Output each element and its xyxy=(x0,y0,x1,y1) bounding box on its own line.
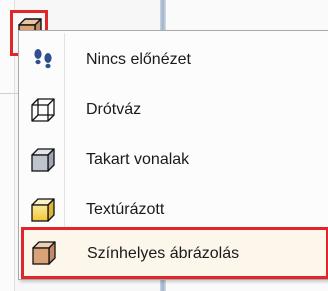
menu-item-wireframe[interactable]: Drótváz xyxy=(21,85,327,135)
menu-item-label: Színhelyes ábrázolás xyxy=(87,245,240,262)
view-mode-menu: Nincs előnézet Drótváz Takart vonalak Te… xyxy=(18,30,328,280)
menu-item-hidden-lines[interactable]: Takart vonalak xyxy=(21,135,327,185)
textured-cube-icon xyxy=(31,198,55,222)
shaded-cube-icon xyxy=(32,241,56,265)
hidden-lines-cube-icon xyxy=(31,148,55,172)
menu-item-label: Nincs előnézet xyxy=(86,51,191,68)
footprints-icon xyxy=(34,49,52,69)
menu-item-no-preview[interactable]: Nincs előnézet xyxy=(21,35,327,85)
menu-item-label: Takart vonalak xyxy=(86,151,190,168)
wireframe-cube-icon xyxy=(31,98,55,122)
menu-item-label: Drótváz xyxy=(86,101,142,118)
background-divider xyxy=(0,93,18,94)
menu-item-shaded[interactable]: Színhelyes ábrázolás xyxy=(21,227,328,279)
